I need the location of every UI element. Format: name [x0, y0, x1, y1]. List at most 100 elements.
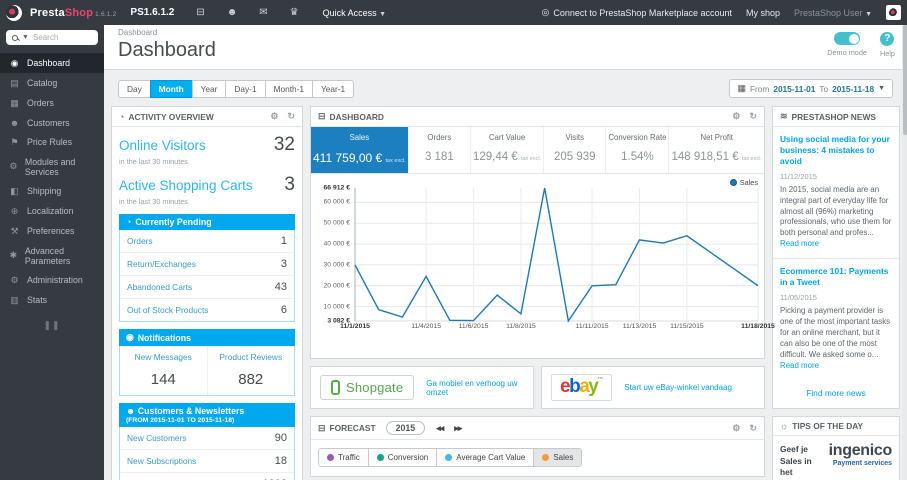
active-carts-link[interactable]: Active Shopping Carts — [119, 178, 253, 193]
range-day-button[interactable]: Day — [118, 79, 151, 98]
range-month-1-button[interactable]: Month-1 — [264, 79, 313, 98]
sales-dot-icon — [542, 454, 550, 461]
prestashop-logo — [6, 4, 22, 21]
chevron-down-icon: ▼ — [865, 10, 872, 18]
sidebar-item-stats[interactable]: ▥ Stats — [0, 290, 104, 310]
news-article-title[interactable]: Using social media for your business: 4 … — [780, 134, 892, 167]
product-reviews-link[interactable]: Product Reviews — [219, 352, 282, 362]
news-article-body: Picking a payment provider is one of the… — [780, 306, 891, 370]
range-month-button[interactable]: Month — [149, 79, 193, 98]
bell-icon: ◉ — [126, 332, 134, 342]
my-shop-link[interactable]: My shop — [746, 8, 780, 18]
cart-icon[interactable]: ⊟ — [196, 7, 204, 18]
range-year-button[interactable]: Year — [191, 79, 227, 98]
new-customers-link[interactable]: New Customers — [127, 433, 187, 443]
x-tick-label: 11/18/2015 — [741, 323, 775, 330]
online-visitors-link[interactable]: Online Visitors — [119, 138, 206, 153]
page-scrollbar[interactable] — [902, 25, 907, 480]
user-menu[interactable]: PrestaShop User ▼ — [794, 8, 872, 18]
activity-panel-title: ACTIVITY OVERVIEW — [128, 111, 214, 122]
message-icon[interactable]: ✉ — [259, 7, 267, 18]
stats-icon: ▥ — [10, 294, 19, 305]
forecast-conversion-button[interactable]: Conversion — [368, 449, 438, 466]
dashboard-panel: ⊟ DASHBOARD ⚙ ↻ Sales 411 759,00 € tax ex… — [310, 106, 775, 359]
news-article-title[interactable]: Ecommerce 101: Payments in a Tweet — [780, 266, 892, 288]
sidebar-search[interactable]: ▼ — [6, 30, 98, 45]
sidebar-item-customers[interactable]: ☻ Customers — [0, 113, 104, 132]
trophy-icon[interactable]: ♛ — [290, 7, 299, 18]
forecast-sales-button[interactable]: Sales — [534, 449, 582, 466]
metric-visits[interactable]: Visits 205 939 — [544, 127, 607, 173]
page-title: Dashboard — [118, 39, 216, 61]
chart-legend[interactable]: Sales — [729, 178, 758, 187]
shopgate-link[interactable]: Ga mobiel en verhoog uw omzet — [426, 379, 524, 397]
forecast-year[interactable]: 2015 — [385, 421, 426, 435]
sidebar-item-price-rules[interactable]: ⚑ Price Rules — [0, 132, 104, 152]
sidebar-item-advanced-parameters[interactable]: ✱ Advanced Parameters — [0, 241, 104, 270]
advanced-parameters-icon: ✱ — [9, 250, 18, 260]
metric-conversion-rate[interactable]: Conversion Rate 1.54% — [606, 127, 670, 173]
metric-cart-value[interactable]: Cart Value 129,44 € tax excl. — [471, 127, 545, 173]
sidebar-item-shipping[interactable]: ◧ Shipping — [0, 181, 104, 201]
new-subscriptions-link[interactable]: New Subscriptions — [127, 456, 196, 466]
ebay-link[interactable]: Start uw eBay-winkel vandaag — [624, 383, 732, 392]
refresh-icon[interactable]: ↻ — [287, 111, 295, 122]
sidebar-item-modules[interactable]: ⚙ Modules and Services — [0, 152, 104, 181]
range-year-1-button[interactable]: Year-1 — [312, 79, 355, 98]
help-icon[interactable]: ? — [880, 32, 895, 46]
y-tick-label: 40 000 € — [323, 240, 350, 248]
x-tick-label: 11/4/2015 — [411, 323, 441, 330]
metric-sales[interactable]: Sales 411 759,00 € tax excl. — [311, 127, 409, 173]
abandoned-carts-link[interactable]: Abandoned Carts — [127, 282, 192, 292]
pending-orders-link[interactable]: Orders — [127, 236, 153, 246]
customers-rows: New Customers90 New Subscriptions18 Tota… — [119, 427, 295, 480]
online-visitors-sub: in the last 30 minutes — [119, 157, 188, 166]
sidebar-item-localization[interactable]: ⊕ Localization — [0, 201, 104, 221]
demo-mode-toggle[interactable] — [834, 32, 861, 45]
price-rules-icon: ⚑ — [10, 136, 19, 147]
gear-icon[interactable]: ⚙ — [732, 111, 740, 122]
customer-icon[interactable]: ☻ — [227, 7, 238, 18]
search-input[interactable] — [32, 33, 91, 42]
sidebar-item-administration[interactable]: ⚙ Administration — [0, 270, 104, 290]
ebay-banner[interactable]: ebay™ Start uw eBay-winkel vandaag — [541, 366, 765, 409]
read-more-link[interactable]: Read more — [780, 361, 819, 370]
sidebar-item-catalog[interactable]: ▤ Catalog — [0, 73, 104, 93]
y-tick-label: 50 000 € — [323, 219, 350, 227]
refresh-icon[interactable]: ↻ — [749, 111, 757, 122]
shopgate-banner[interactable]: Shopgate Ga mobiel en verhoog uw omzet — [310, 366, 534, 409]
user-avatar[interactable] — [886, 5, 901, 20]
out-of-stock-link[interactable]: Out of Stock Products — [127, 305, 208, 315]
x-tick-label: 11/11/2015 — [575, 323, 609, 330]
localization-icon: ⊕ — [10, 205, 19, 216]
gear-icon[interactable]: ⚙ — [270, 111, 278, 122]
find-more-news-link[interactable]: Find more news — [773, 379, 899, 408]
sales-line-chart — [355, 188, 758, 321]
sidebar-item-dashboard[interactable]: ◉ Dashboard — [0, 53, 104, 73]
gear-icon[interactable]: ⚙ — [732, 423, 740, 434]
sidebar-collapse-button[interactable]: ❚❚ — [0, 320, 104, 331]
forecast-next-button[interactable]: ▸▸ — [454, 423, 462, 434]
sidebar-item-preferences[interactable]: ⚒ Preferences — [0, 221, 104, 241]
topbar: PrestaShop 1.6.1.2 PS1.6.1.2 ⊟ ☻ ✉ ♛ Quic… — [0, 0, 907, 25]
metric-orders[interactable]: Orders 3 181 — [409, 127, 471, 173]
sales-chart-area: 66 912 € 60 000 € 50 000 € 40 000 € 30 000 €… — [311, 174, 764, 325]
refresh-icon[interactable]: ↻ — [749, 423, 757, 434]
news-panel-title: PRESTASHOP NEWS — [791, 111, 876, 122]
range-day-1-button[interactable]: Day-1 — [225, 79, 266, 98]
sidebar-item-orders[interactable]: ▦ Orders — [0, 93, 104, 113]
read-more-link[interactable]: Read more — [780, 239, 819, 248]
marketplace-link[interactable]: ◎ Connect to PrestaShop Marketplace accou… — [542, 7, 732, 18]
tips-of-the-day-panel: ☼ TIPS OF THE DAY ingenico Payment servi… — [772, 416, 900, 480]
active-carts-sub: in the last 30 minutes — [119, 197, 188, 206]
date-range-picker[interactable]: ▦ From 2015-11-01 To 2015-11-18 ▼ — [729, 79, 893, 98]
pending-returns-link[interactable]: Return/Exchanges — [127, 259, 196, 269]
quick-access-menu[interactable]: Quick Access ▼ — [323, 8, 386, 18]
search-scope-caret[interactable]: ▼ — [22, 34, 29, 41]
new-messages-link[interactable]: New Messages — [135, 352, 192, 362]
metric-net-profit[interactable]: Net Profit 148 918,51 € tax excl. — [669, 127, 764, 173]
forecast-traffic-button[interactable]: Traffic — [319, 449, 369, 466]
scrollbar-thumb[interactable] — [902, 25, 907, 135]
forecast-prev-button[interactable]: ◂◂ — [436, 423, 444, 434]
forecast-avg-cart-button[interactable]: Average Cart Value — [437, 449, 535, 466]
